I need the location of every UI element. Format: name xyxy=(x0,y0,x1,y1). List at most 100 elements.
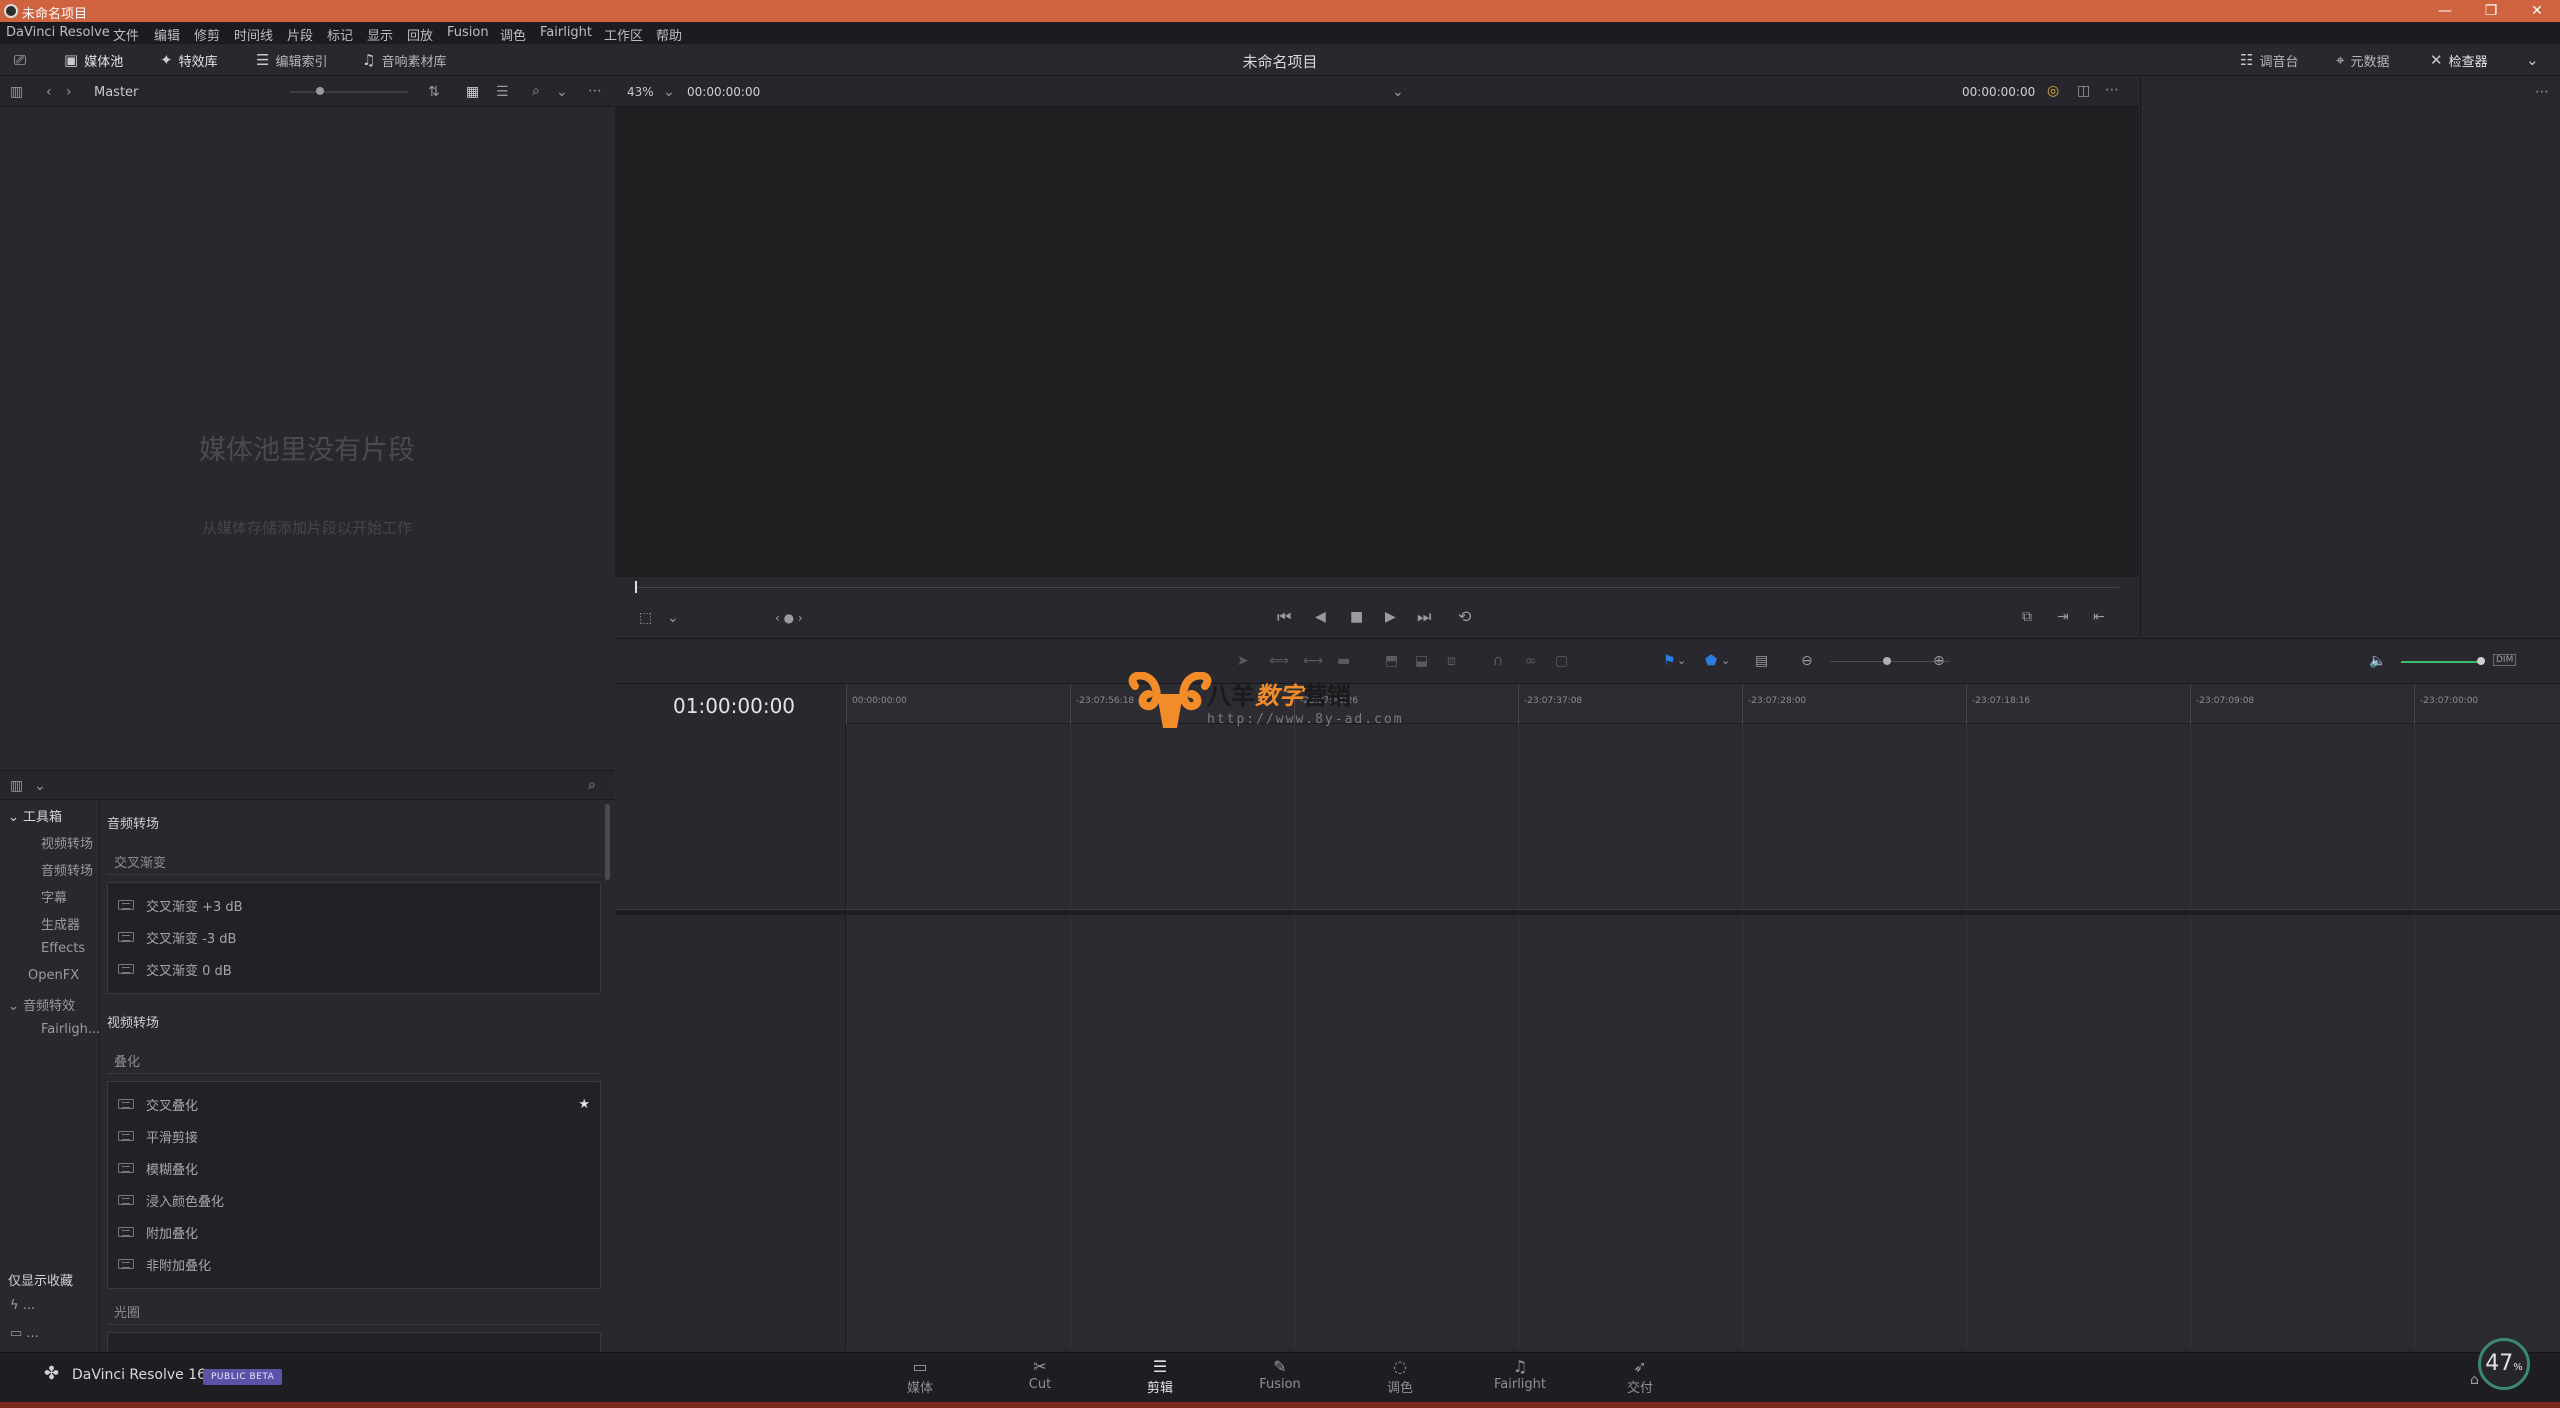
effect-item[interactable]: 交叉渐变 -3 dB xyxy=(118,927,236,947)
timeline-view-options-icon[interactable]: ▤ xyxy=(1755,654,1768,668)
flag-icon[interactable]: ⚑ xyxy=(1663,654,1676,668)
media-pool-button[interactable]: ▣ 媒体池 xyxy=(64,50,123,70)
chevron-down-icon[interactable]: ⌄ xyxy=(663,85,675,99)
home-icon[interactable]: ⌂ xyxy=(2470,1373,2479,1387)
skip-to-end-icon[interactable]: ⏭ xyxy=(1417,609,1431,625)
menu-edit[interactable]: 编辑 xyxy=(154,25,180,44)
tree-toolbox[interactable]: ⌄ 工具箱 xyxy=(8,806,62,825)
more-options-icon[interactable]: ⋯ xyxy=(588,84,602,98)
menu-workspace[interactable]: 工作区 xyxy=(604,25,643,44)
play-icon[interactable]: ▶ xyxy=(1385,610,1396,624)
lock-icon[interactable]: ▢ xyxy=(1555,654,1568,668)
forward-arrow-icon[interactable]: › xyxy=(66,85,72,99)
menu-davinci-resolve[interactable]: DaVinci Resolve xyxy=(6,25,110,40)
effects-library-button[interactable]: ✦ 特效库 xyxy=(160,50,218,70)
thumbnail-slider-handle[interactable] xyxy=(316,87,324,95)
tree-titles[interactable]: 字幕 xyxy=(41,887,67,906)
trim-tool-icon[interactable]: ⟺ xyxy=(1269,654,1289,668)
match-frame-icon[interactable]: ⧉ xyxy=(2022,610,2032,624)
chevron-down-icon[interactable]: ⌄ xyxy=(556,85,568,99)
menu-playback[interactable]: 回放 xyxy=(407,25,433,44)
menu-clip[interactable]: 片段 xyxy=(287,25,313,44)
more-options-icon[interactable]: ⋯ xyxy=(2105,83,2119,97)
zoom-slider-handle[interactable] xyxy=(1883,657,1891,665)
inspector-button[interactable]: ✕ 检查器 xyxy=(2430,50,2488,70)
blade-tool-icon[interactable]: ▬ xyxy=(1337,654,1350,668)
zoom-level[interactable]: 43% xyxy=(627,85,654,99)
effect-item[interactable]: 附加叠化 xyxy=(118,1222,198,1242)
menu-color[interactable]: 调色 xyxy=(500,25,526,44)
effect-item[interactable]: 交叉渐变 +3 dB xyxy=(118,895,243,915)
dynamic-trim-icon[interactable]: ⟷ xyxy=(1303,654,1323,668)
menu-fairlight[interactable]: Fairlight xyxy=(540,25,592,40)
menu-mark[interactable]: 标记 xyxy=(327,25,353,44)
mixer-button[interactable]: ☷ 调音台 xyxy=(2240,50,2298,70)
edit-index-button[interactable]: ☰ 编辑索引 xyxy=(256,50,327,70)
favorites-toggle[interactable]: 仅显示收藏 xyxy=(8,1270,73,1289)
speaker-icon[interactable]: 🔈 xyxy=(2369,654,2386,668)
video-tracks-area[interactable] xyxy=(846,724,2560,909)
effect-item[interactable]: 交叉渐变 0 dB xyxy=(118,959,232,979)
loop-icon[interactable]: ⟲ xyxy=(1458,609,1471,625)
next-edit-icon[interactable]: ⇥ xyxy=(2057,610,2069,624)
page-tab-deliver[interactable]: ➶ 交付 xyxy=(1580,1357,1700,1401)
link-icon[interactable]: ∞ xyxy=(1525,654,1537,668)
panel-toggle-icon[interactable]: ▥ xyxy=(10,779,23,793)
menu-timeline[interactable]: 时间线 xyxy=(234,25,273,44)
chevron-down-icon[interactable]: ⌄ xyxy=(1677,654,1686,668)
menu-file[interactable]: 文件 xyxy=(113,25,139,44)
dim-button[interactable]: DIM xyxy=(2493,654,2517,666)
stop-icon[interactable]: ■ xyxy=(1350,610,1363,624)
timeline-viewer[interactable] xyxy=(615,107,2139,577)
search-icon[interactable]: ⌕ xyxy=(532,84,540,98)
reverse-play-icon[interactable]: ◀ xyxy=(1315,610,1326,624)
page-tab-cut[interactable]: ✂ Cut xyxy=(980,1357,1100,1401)
favorite-item[interactable]: ▭ ... xyxy=(10,1326,39,1341)
menu-view[interactable]: 显示 xyxy=(367,25,393,44)
effect-item[interactable]: 非附加叠化 xyxy=(118,1254,211,1274)
toolbar-collapse-button[interactable]: ⌄ xyxy=(2526,50,2539,70)
tree-audio-transitions[interactable]: 音频转场 xyxy=(41,860,93,879)
tree-audio-fx[interactable]: ⌄ 音频特效 xyxy=(8,995,75,1014)
volume-slider[interactable] xyxy=(2401,661,2481,663)
page-tab-fairlight[interactable]: ♫ Fairlight xyxy=(1460,1357,1580,1401)
effects-scrollbar[interactable] xyxy=(605,804,610,880)
marker-icon[interactable]: ⬟ xyxy=(1705,654,1717,668)
maximize-button[interactable]: ❐ xyxy=(2468,0,2514,22)
volume-handle[interactable] xyxy=(2477,657,2485,665)
sound-library-button[interactable]: ♫ 音响素材库 xyxy=(362,50,446,70)
chevron-down-icon[interactable]: ⌄ xyxy=(1721,654,1730,668)
selection-tool-icon[interactable]: ➤ xyxy=(1237,654,1249,668)
menu-help[interactable]: 帮助 xyxy=(656,25,682,44)
bin-list-toggle-icon[interactable]: ▥ xyxy=(10,85,23,99)
favorite-item[interactable]: ϟ ... xyxy=(10,1298,35,1313)
page-tab-edit[interactable]: ☰ 剪辑 xyxy=(1100,1357,1220,1405)
sort-icon[interactable]: ⇅ xyxy=(428,85,440,99)
chevron-down-icon[interactable]: ⌄ xyxy=(667,611,679,625)
tree-effects[interactable]: Effects xyxy=(41,941,85,956)
page-tab-fusion[interactable]: ✎ Fusion xyxy=(1220,1357,1340,1401)
search-icon[interactable]: ⌕ xyxy=(588,778,596,792)
tree-fairlight[interactable]: Fairligh... xyxy=(41,1022,100,1037)
color-sync-icon[interactable]: ◎ xyxy=(2047,84,2059,98)
menu-trim[interactable]: 修剪 xyxy=(194,25,220,44)
zoom-in-icon[interactable]: ⊕ xyxy=(1933,654,1945,668)
safe-area-icon[interactable]: ⬚ xyxy=(639,611,652,625)
scrub-bar[interactable] xyxy=(635,587,2119,588)
close-button[interactable]: ✕ xyxy=(2514,0,2560,22)
back-arrow-icon[interactable]: ‹ xyxy=(46,85,52,99)
overwrite-clip-icon[interactable]: ⬓ xyxy=(1415,654,1428,668)
favorite-star-icon[interactable]: ★ xyxy=(578,1097,590,1112)
minimize-button[interactable]: — xyxy=(2422,0,2468,22)
timeline-ruler[interactable]: 00:00:00:00 -23:07:56:18 -23:07:46:26 -2… xyxy=(846,684,2560,724)
previous-edit-icon[interactable]: ⇤ xyxy=(2093,610,2105,624)
skip-to-start-icon[interactable]: ⏮ xyxy=(1277,609,1291,625)
page-tab-color[interactable]: ◌ 调色 xyxy=(1340,1357,1460,1401)
layout-toggle-button[interactable]: ⎚ xyxy=(14,50,26,70)
page-tab-media[interactable]: ▭ 媒体 xyxy=(860,1357,980,1401)
tree-video-transitions[interactable]: 视频转场 xyxy=(41,833,93,852)
tree-openfx[interactable]: OpenFX xyxy=(28,968,79,983)
zoom-out-icon[interactable]: ⊖ xyxy=(1801,654,1813,668)
chevron-down-icon[interactable]: ⌄ xyxy=(34,779,46,793)
effect-item[interactable]: 交叉叠化 ★ xyxy=(118,1094,590,1114)
